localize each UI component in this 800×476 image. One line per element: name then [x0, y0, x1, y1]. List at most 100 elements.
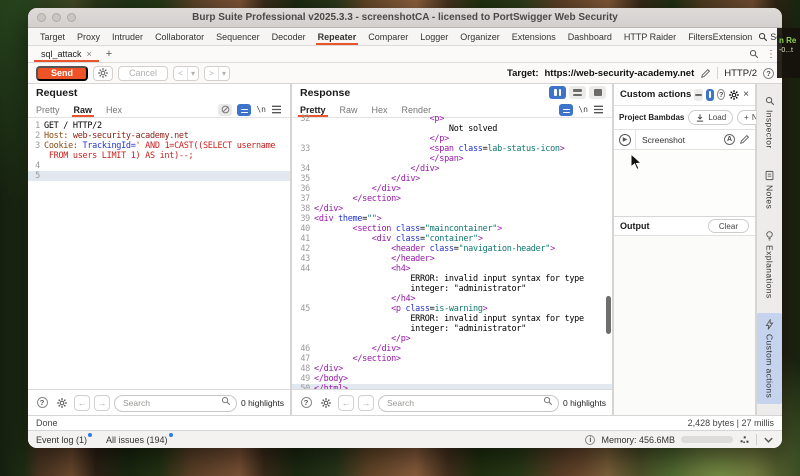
close-tab-icon[interactable]: ×	[87, 49, 92, 59]
edit-action-icon[interactable]	[739, 134, 750, 145]
code-line[interactable]: 37 </section>	[292, 194, 612, 204]
search-next-button[interactable]: →	[358, 395, 374, 411]
load-button[interactable]: Load	[688, 110, 733, 125]
request-search-input[interactable]	[114, 395, 237, 412]
code-line[interactable]: 4	[28, 161, 290, 171]
code-line[interactable]: </span>	[292, 154, 612, 164]
tab-menu-kebab-icon[interactable]: ⋮	[766, 49, 776, 60]
menu-item-proxy[interactable]: Proxy	[71, 28, 106, 45]
request-tab-raw[interactable]: Raw	[74, 102, 93, 117]
title-bar[interactable]: Burp Suite Professional v2025.3.3 - scre…	[28, 8, 782, 28]
menu-item-logger[interactable]: Logger	[414, 28, 454, 45]
code-line[interactable]: 40 <section class="maincontainer">	[292, 224, 612, 234]
event-log-button[interactable]: Event log (1)	[36, 435, 92, 445]
response-editor[interactable]: 32 <p> Not solved </p>33 <span class=lab…	[292, 114, 612, 389]
code-line[interactable]: 41 <div class="container">	[292, 234, 612, 244]
search-settings-icon[interactable]	[318, 395, 334, 411]
code-line[interactable]: 47 </section>	[292, 354, 612, 364]
close-panel-icon[interactable]: ×	[743, 89, 749, 100]
history-forward-button[interactable]: > ▾	[204, 66, 230, 81]
chevron-down-icon[interactable]	[763, 436, 774, 444]
clear-output-button[interactable]: Clear	[708, 219, 749, 233]
code-line[interactable]: 36 </div>	[292, 184, 612, 194]
panel-collapse-icon[interactable]	[694, 89, 703, 101]
menu-item-sequencer[interactable]: Sequencer	[210, 28, 266, 45]
protocol-help-icon[interactable]: ?	[763, 68, 774, 79]
code-line[interactable]: 49</body>	[292, 374, 612, 384]
search-help-icon[interactable]: ?	[34, 395, 50, 411]
code-line[interactable]: </p>	[292, 134, 612, 144]
request-tab-pretty[interactable]: Pretty	[36, 102, 60, 117]
code-line[interactable]: </h4>	[292, 294, 612, 304]
response-scrollbar-thumb[interactable]	[606, 296, 611, 335]
code-line[interactable]: integer: "administrator"	[292, 284, 612, 294]
code-line[interactable]: 38</div>	[292, 204, 612, 214]
response-search-input[interactable]	[378, 395, 559, 412]
menu-item-comparer[interactable]: Comparer	[362, 28, 414, 45]
code-line[interactable]: 48</div>	[292, 364, 612, 374]
sidebar-tab-inspector[interactable]: Inspector	[757, 90, 782, 155]
code-line[interactable]: 39<div theme="">	[292, 214, 612, 224]
history-back-button[interactable]: < ▾	[173, 66, 199, 81]
code-line[interactable]: ERROR: invalid input syntax for type	[292, 274, 612, 284]
sidebar-tab-custom-actions[interactable]: Custom actions	[757, 313, 782, 404]
chevron-down-icon[interactable]: ▾	[188, 67, 198, 80]
code-line[interactable]: Not solved	[292, 124, 612, 134]
help-icon[interactable]: ?	[717, 89, 725, 100]
code-line[interactable]: 35 </div>	[292, 174, 612, 184]
add-tab-button[interactable]: +	[99, 46, 119, 62]
tab-search-icon[interactable]	[749, 49, 759, 59]
menu-item-intruder[interactable]: Intruder	[106, 28, 149, 45]
panel-expand-icon[interactable]	[706, 89, 715, 101]
menu-item-dashboard[interactable]: Dashboard	[562, 28, 618, 45]
send-button[interactable]: Send	[36, 66, 88, 81]
all-issues-button[interactable]: All issues (194)	[106, 435, 173, 445]
search-next-button[interactable]: →	[94, 395, 110, 411]
code-line[interactable]: 34 </div>	[292, 164, 612, 174]
menu-item-filtersextension[interactable]: FiltersExtension	[682, 28, 758, 45]
code-line[interactable]: 42 <header class="navigation-header">	[292, 244, 612, 254]
code-line[interactable]: 3Cookie: TrackingId=' AND 1=CAST((SELECT…	[28, 141, 290, 151]
code-line[interactable]: 33 <span class=lab-status-icon>	[292, 144, 612, 154]
request-editor[interactable]: 1GET / HTTP/22Host: web-security-academy…	[28, 118, 290, 389]
send-settings-button[interactable]	[93, 66, 113, 81]
search-settings-icon[interactable]	[54, 395, 70, 411]
layout-rows-button[interactable]	[569, 86, 586, 99]
code-line[interactable]: FROM users LIMIT 1) AS int)--;	[28, 151, 290, 161]
layout-single-button[interactable]	[589, 86, 606, 99]
search-prev-button[interactable]: ←	[338, 395, 354, 411]
sidebar-tab-notes[interactable]: Notes	[757, 164, 782, 215]
sidebar-tab-explanations[interactable]: Explanations	[757, 224, 782, 304]
nonprintable-off-icon[interactable]	[218, 104, 232, 116]
repeater-tab-sql-attack[interactable]: sql_attack ×	[34, 46, 99, 62]
search-help-icon[interactable]: ?	[298, 395, 314, 411]
code-line[interactable]: </p>	[292, 334, 612, 344]
editor-menu-icon[interactable]	[593, 105, 604, 114]
code-line[interactable]: 2Host: web-security-academy.net	[28, 131, 290, 141]
menu-item-decoder[interactable]: Decoder	[266, 28, 312, 45]
gear-icon[interactable]	[728, 89, 740, 101]
layout-columns-button[interactable]	[549, 86, 566, 99]
auto-run-icon[interactable]: A	[724, 134, 735, 145]
code-line[interactable]: 46 </div>	[292, 344, 612, 354]
code-line[interactable]: 43 </header>	[292, 254, 612, 264]
code-line[interactable]: 45 <p class=is-warning>	[292, 304, 612, 314]
edit-target-icon[interactable]	[700, 68, 711, 79]
memory-graph-icon[interactable]	[739, 434, 750, 445]
menu-item-http-raider[interactable]: HTTP Raider	[618, 28, 682, 45]
code-line[interactable]: 44 <h4>	[292, 264, 612, 274]
menu-item-target[interactable]: Target	[34, 28, 71, 45]
search-prev-button[interactable]: ←	[74, 395, 90, 411]
chevron-down-icon[interactable]: ▾	[219, 67, 229, 80]
code-line[interactable]: integer: "administrator"	[292, 324, 612, 334]
code-line[interactable]: 1GET / HTTP/2	[28, 121, 290, 131]
menu-item-extensions[interactable]: Extensions	[506, 28, 562, 45]
menu-item-collaborator[interactable]: Collaborator	[149, 28, 210, 45]
cancel-button[interactable]: Cancel	[118, 66, 168, 81]
menu-item-organizer[interactable]: Organizer	[454, 28, 506, 45]
newline-toggle-icon[interactable]: \n	[256, 105, 266, 114]
editor-menu-icon[interactable]	[271, 105, 282, 114]
menu-item-repeater[interactable]: Repeater	[312, 28, 363, 45]
request-tab-hex[interactable]: Hex	[106, 102, 122, 117]
run-action-button[interactable]: ▶	[614, 130, 636, 149]
